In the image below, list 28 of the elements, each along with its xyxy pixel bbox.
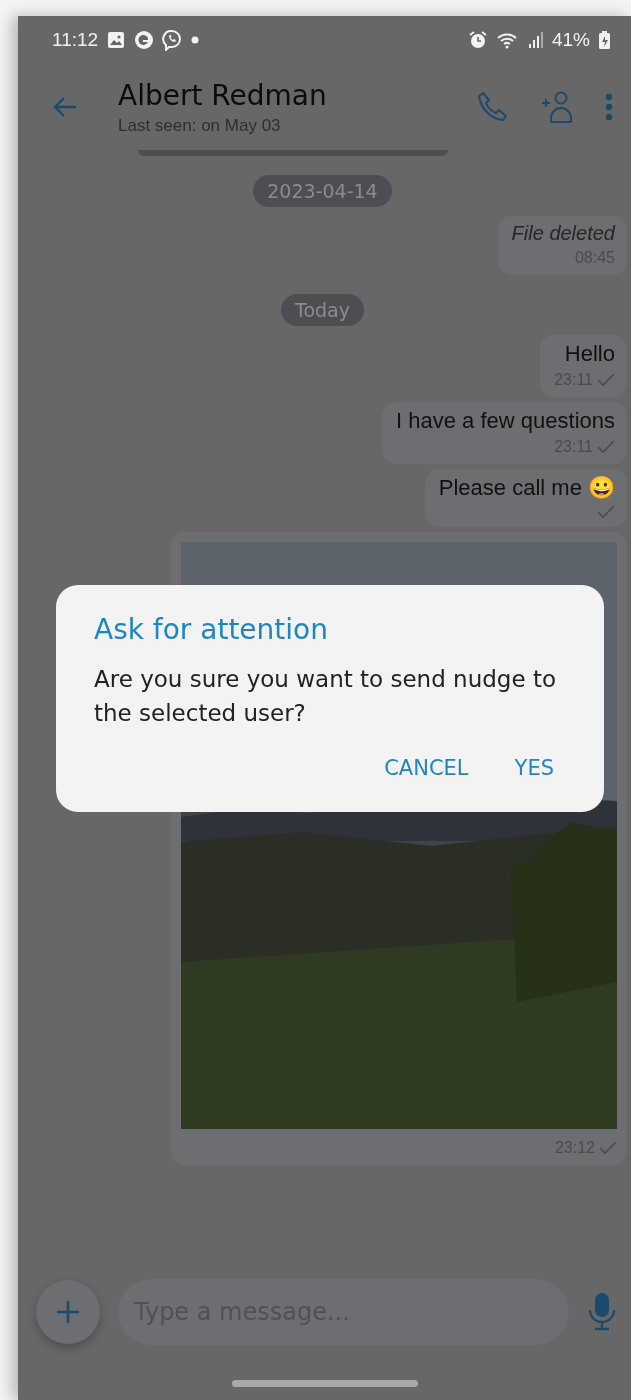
message-text: Hello — [564, 341, 615, 367]
message-text: File deleted — [511, 222, 615, 245]
battery-percent: 41% — [551, 29, 590, 51]
phone-bubble-notification-icon — [162, 29, 184, 51]
image-notification-icon — [106, 30, 127, 50]
plus-icon — [56, 1300, 80, 1324]
signal-icon — [527, 30, 544, 50]
message-text: Please call me 😀 — [438, 475, 615, 501]
date-chip: Today — [281, 294, 364, 326]
voice-record-button[interactable] — [587, 1292, 617, 1332]
add-person-icon — [541, 90, 573, 124]
microphone-icon — [587, 1292, 617, 1332]
g-notification-icon — [134, 30, 155, 50]
dot-icon — [191, 36, 200, 44]
alarm-icon — [467, 30, 488, 50]
date-chip: 2023-04-14 — [253, 175, 392, 207]
vertical-dots-icon — [605, 93, 613, 121]
dialog-button[interactable]: CANCEL — [372, 750, 481, 786]
attach-button[interactable] — [36, 1280, 100, 1344]
phone-icon — [477, 90, 509, 124]
status-time: 11:12 — [52, 29, 99, 51]
message-text: I have a few questions — [396, 408, 615, 434]
dialog-button[interactable]: YES — [502, 750, 566, 786]
dialog-title: Ask for attention — [94, 613, 329, 646]
battery-charging-icon — [598, 30, 611, 50]
last-seen-status: Last seen: on May 03 — [118, 115, 282, 136]
contact-name: Albert Redman — [118, 78, 328, 112]
dialog-message: Are you sure you want to send nudge to the selected user? — [94, 665, 557, 728]
